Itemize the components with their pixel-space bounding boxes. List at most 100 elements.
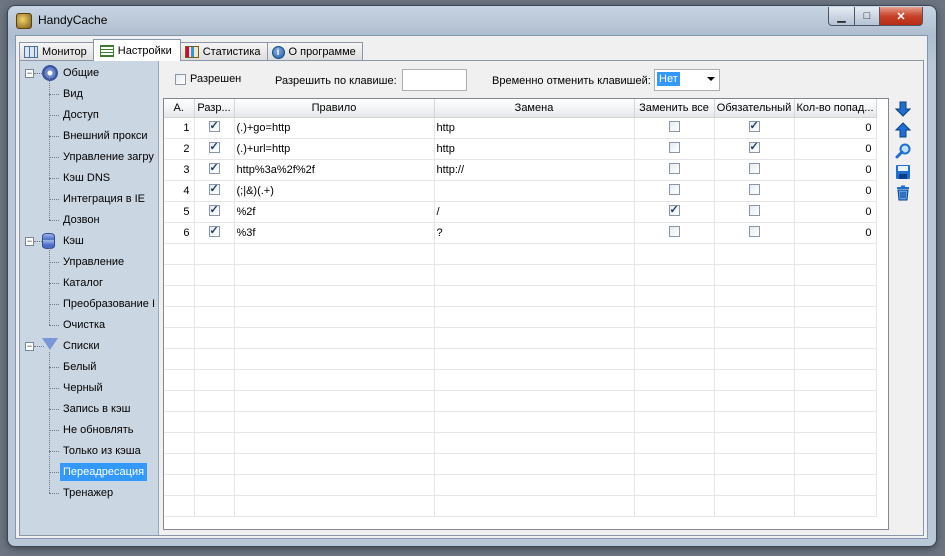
rule-cell[interactable]: http%3a%2f%2f [234,159,435,181]
cancel-hotkey-select[interactable]: Нет [654,69,720,91]
rule-cell[interactable]: %3f [234,222,435,244]
replace-all-checkbox[interactable] [668,163,680,174]
tree-item[interactable]: Черный [60,379,106,397]
tree-connector [49,493,59,494]
row-enabled-checkbox[interactable] [208,161,220,174]
maximize-button[interactable]: □ [854,7,880,26]
title-bar[interactable]: HandyCache ▁ □ ✕ [8,6,936,34]
tree-group-2[interactable]: Списки [60,337,103,355]
collapse-icon[interactable]: − [25,69,34,78]
replace-cell[interactable]: ? [434,222,635,244]
tree-item[interactable]: Запись в кэш [60,400,133,418]
replace-all-checkbox[interactable] [668,203,680,216]
required-checkbox[interactable] [748,205,760,216]
row-enabled-checkbox[interactable] [208,203,220,216]
replace-cell[interactable]: / [434,201,635,223]
tree-item[interactable]: Вид [60,85,86,103]
replace-all-checkbox[interactable] [668,226,680,237]
rule-cell[interactable]: (.)+url=http [234,138,435,160]
tree-item[interactable]: Дозвон [60,211,103,229]
replace-all-checkbox[interactable] [668,184,680,195]
tree-item[interactable]: Тренажер [60,484,116,502]
tree-item[interactable]: Интеграция в IE [60,190,148,208]
empty-cell [234,285,435,307]
empty-cell [794,495,877,517]
column-header[interactable]: Правило [234,99,435,118]
column-header[interactable]: А. [164,99,195,118]
required-checkbox[interactable] [748,184,760,195]
tree-item[interactable]: Не обновлять [60,421,136,439]
table-row[interactable]: 2 (.)+url=httphttp 0 [164,138,877,160]
tree-item[interactable]: Только из кэша [60,442,144,460]
replace-cell[interactable] [434,180,635,202]
tree-item[interactable]: Доступ [60,106,102,124]
delete-icon[interactable] [895,185,911,201]
collapse-icon[interactable]: − [25,237,34,246]
tree-item[interactable]: Управление [60,253,127,271]
enabled-checkbox[interactable] [175,74,186,85]
replace-cell[interactable]: http:// [434,159,635,181]
tree-item[interactable]: Внешний прокси [60,127,151,145]
info-icon: i [271,45,285,59]
settings-tree[interactable]: − Общие Вид Доступ Внешний прокси Управление … [20,61,159,535]
hotkey-input[interactable] [402,69,467,91]
rule-cell[interactable]: (;|&)(.+) [234,180,435,202]
row-enabled-checkbox[interactable] [208,182,220,195]
checkbox-cell [194,138,235,160]
column-header[interactable]: Кол-во попад... [794,99,877,118]
move-down-icon[interactable] [894,101,912,117]
tree-group-0[interactable]: Общие [60,64,102,82]
required-checkbox[interactable] [748,226,760,237]
table-row[interactable]: 4 (;|&)(.+) 0 [164,180,877,202]
rule-cell[interactable]: %2f [234,201,435,223]
empty-cell [714,474,795,496]
column-header[interactable]: Обязательный [714,99,795,118]
required-checkbox[interactable] [748,163,760,174]
table-row[interactable]: 3 http%3a%2f%2fhttp:// 0 [164,159,877,181]
column-header[interactable]: Разр... [194,99,235,118]
tree-item[interactable]: Очистка [60,316,108,334]
save-icon[interactable] [895,164,911,180]
replace-cell[interactable]: http [434,138,635,160]
row-enabled-checkbox[interactable] [208,140,220,153]
table-row[interactable]: 5 %2f/ 0 [164,201,877,223]
replace-all-checkbox[interactable] [668,121,680,132]
tab-monitor[interactable]: Монитор [19,42,94,61]
required-checkbox[interactable] [748,119,760,132]
column-header[interactable]: Заменить все [634,99,715,118]
chevron-down-icon[interactable] [707,77,715,81]
tree-item[interactable]: Белый [60,358,99,376]
table-row[interactable]: 1 (.)+go=httphttp 0 [164,117,877,139]
empty-cell [434,474,635,496]
tree-item[interactable]: Управление загру [60,148,157,166]
collapse-icon[interactable]: − [25,342,34,351]
row-enabled-checkbox[interactable] [208,119,220,132]
empty-cell [234,474,435,496]
search-icon[interactable] [895,143,911,159]
tab-about[interactable]: i О программе [266,42,363,61]
close-button[interactable]: ✕ [879,7,923,26]
tree-item[interactable]: Преобразование I [60,295,158,313]
tree-item[interactable]: Кэш DNS [60,169,113,187]
tab-statistics[interactable]: Статистика [179,42,268,61]
empty-cell [194,369,235,391]
empty-cell [714,495,795,517]
minimize-button[interactable]: ▁ [828,7,855,26]
empty-cell [714,411,795,433]
tree-item[interactable]: Каталог [60,274,106,292]
replace-cell[interactable]: http [434,117,635,139]
tree-group-1[interactable]: Кэш [60,232,87,250]
tree-connector [49,352,50,493]
move-up-icon[interactable] [894,122,912,138]
required-checkbox[interactable] [748,140,760,153]
empty-cell [714,369,795,391]
rule-cell[interactable]: (.)+go=http [234,117,435,139]
redirect-rules-grid[interactable]: А. Разр... Правило Замена Заменить все Обязат… [163,98,889,530]
replace-all-checkbox[interactable] [668,142,680,153]
table-row[interactable]: 6 %3f? 0 [164,222,877,244]
column-header[interactable]: Замена [434,99,635,118]
empty-cell [794,474,877,496]
tree-item[interactable]: Переадресация [60,463,148,481]
row-enabled-checkbox[interactable] [208,224,220,237]
tab-settings[interactable]: Настройки [92,39,181,61]
